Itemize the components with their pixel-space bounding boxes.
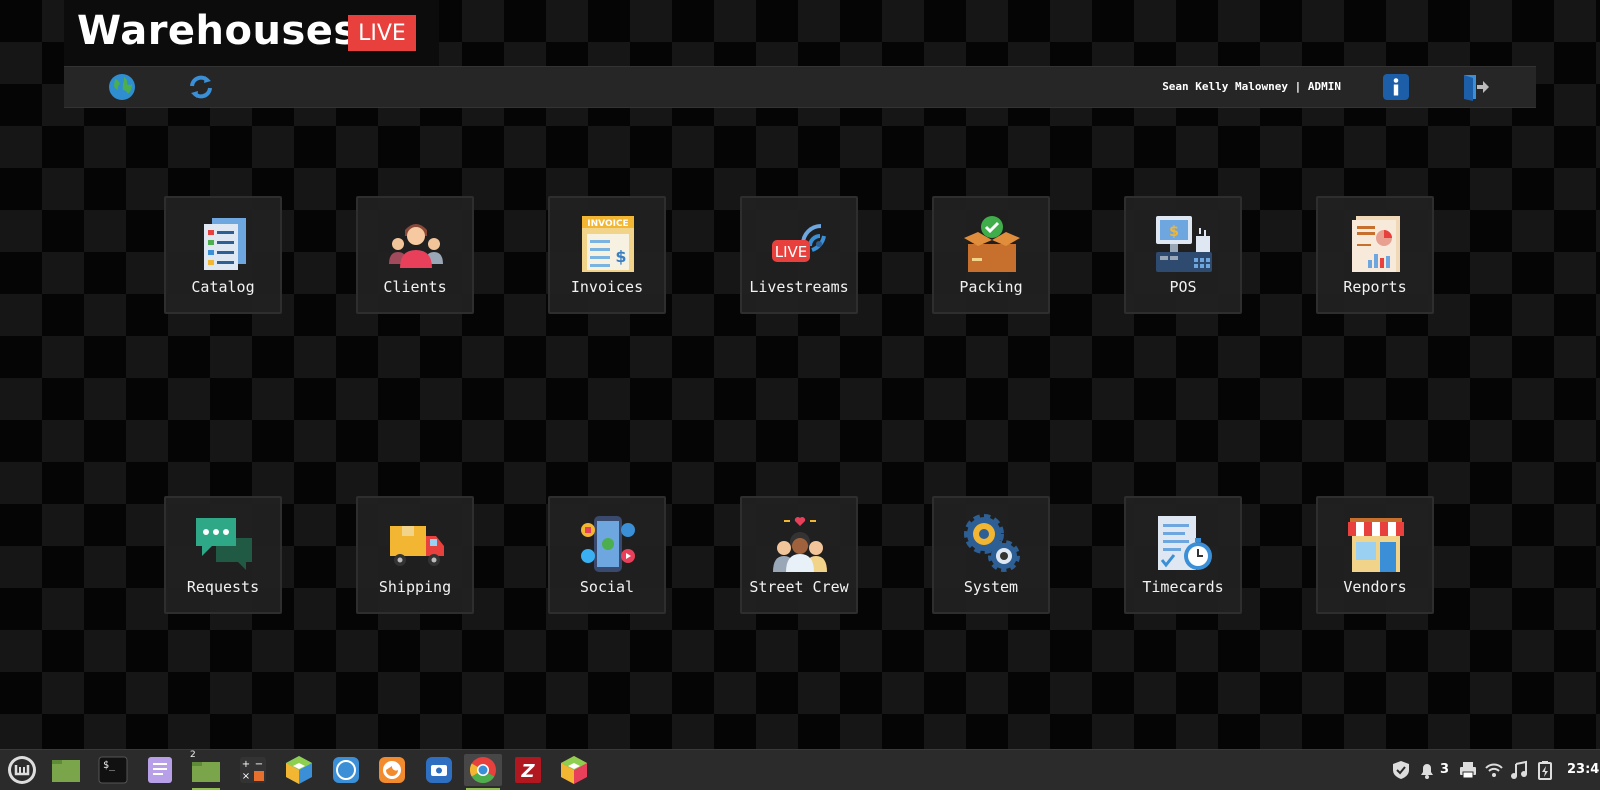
svg-text:×: × [242, 771, 250, 782]
menu-icon[interactable] [6, 754, 38, 786]
pos-icon: $ [1156, 216, 1212, 272]
svg-text:$: $ [615, 247, 626, 266]
tile-timecards[interactable]: Timecards [1124, 496, 1242, 614]
tile-reports[interactable]: Reports [1316, 196, 1434, 314]
tile-label: Catalog [191, 278, 255, 296]
social-icon [581, 516, 635, 572]
tile-packing[interactable]: Packing [932, 196, 1050, 314]
calculator-icon[interactable]: + − × [237, 754, 269, 786]
tile-system[interactable]: System [932, 496, 1050, 614]
tile-label: Social [579, 578, 635, 596]
shipping-icon [390, 526, 444, 566]
requests-icon [196, 518, 252, 570]
catalog-icon [204, 218, 246, 270]
clock: 23:49 [1567, 762, 1600, 777]
globe-icon[interactable] [107, 72, 137, 102]
workspace-count-badge: 2 [190, 750, 196, 760]
svg-text:$: $ [1169, 224, 1179, 240]
tile-label: Livestreams [749, 278, 849, 296]
svg-text:−: − [255, 759, 263, 770]
package-icon[interactable] [283, 754, 315, 786]
browser-icon[interactable] [330, 754, 362, 786]
battery-icon[interactable] [1535, 760, 1555, 780]
tile-street-crew[interactable]: Street Crew [740, 496, 858, 614]
tile-pos[interactable]: $ POS [1124, 196, 1242, 314]
tile-requests[interactable]: Requests [164, 496, 282, 614]
tile-label: Reports [1343, 278, 1407, 296]
tile-label: Timecards [1142, 578, 1224, 596]
package-2-icon[interactable] [558, 754, 590, 786]
tile-label: Clients [383, 278, 447, 296]
tile-invoices[interactable]: INVOICE $ Invoices [548, 196, 666, 314]
live-badge: LIVE [348, 15, 416, 51]
info-icon[interactable] [1381, 72, 1411, 102]
files-icon[interactable] [50, 754, 82, 786]
invoice-icon-text: INVOICE [587, 219, 628, 229]
clients-icon [389, 224, 443, 268]
tile-label: Street Crew [749, 578, 849, 596]
svg-text:Z: Z [520, 761, 535, 782]
user-label: Sean Kelly Malowney | ADMIN [1162, 80, 1341, 93]
tile-label: POS [1169, 278, 1197, 296]
tile-catalog[interactable]: Catalog [164, 196, 282, 314]
title-bar: Warehouses LIVE [64, 0, 439, 66]
svg-text:+: + [242, 759, 250, 770]
invoices-icon: INVOICE $ [582, 216, 634, 272]
chrome-icon [469, 757, 496, 784]
filezilla-icon[interactable]: Z [512, 754, 544, 786]
files-workspace-icon[interactable]: 2 [190, 750, 222, 790]
taskbar: $_ 2 + − × Z 3 23:4 [0, 749, 1600, 790]
tile-label: Requests [186, 578, 260, 596]
tile-clients[interactable]: Clients [356, 196, 474, 314]
printer-icon[interactable] [1458, 760, 1478, 780]
tile-livestreams[interactable]: LIVE Livestreams [740, 196, 858, 314]
tile-label: Vendors [1343, 578, 1407, 596]
live-icon-text: LIVE [775, 243, 808, 261]
notification-count: 3 [1440, 762, 1450, 777]
packing-icon [964, 216, 1020, 272]
tile-label: Packing [959, 278, 1023, 296]
firefox-icon[interactable] [376, 754, 408, 786]
screenshot-icon[interactable] [423, 754, 455, 786]
logout-icon[interactable] [1459, 72, 1489, 102]
tile-label: Shipping [378, 578, 452, 596]
tile-label: Invoices [570, 278, 644, 296]
vendors-icon [1348, 518, 1404, 572]
app-title: Warehouses [77, 8, 358, 54]
tile-shipping[interactable]: Shipping [356, 496, 474, 614]
notifications-icon[interactable] [1417, 760, 1437, 780]
terminal-icon[interactable]: $_ [97, 754, 129, 786]
system-icon [964, 514, 1020, 572]
tile-social[interactable]: Social [548, 496, 666, 614]
chrome-taskbar-button[interactable] [464, 754, 502, 790]
tile-label: System [963, 578, 1019, 596]
toolbar: Sean Kelly Malowney | ADMIN [64, 66, 1536, 108]
tile-vendors[interactable]: Vendors [1316, 496, 1434, 614]
text-editor-icon[interactable] [144, 754, 176, 786]
wifi-icon[interactable] [1484, 760, 1504, 780]
livestreams-icon: LIVE [772, 224, 826, 262]
street-crew-icon [773, 517, 827, 572]
reports-icon [1352, 216, 1400, 272]
shield-icon[interactable] [1391, 760, 1411, 780]
music-icon[interactable] [1509, 760, 1529, 780]
refresh-icon[interactable] [186, 72, 216, 102]
timecards-icon [1158, 516, 1212, 570]
terminal-prompt: $_ [103, 760, 116, 771]
